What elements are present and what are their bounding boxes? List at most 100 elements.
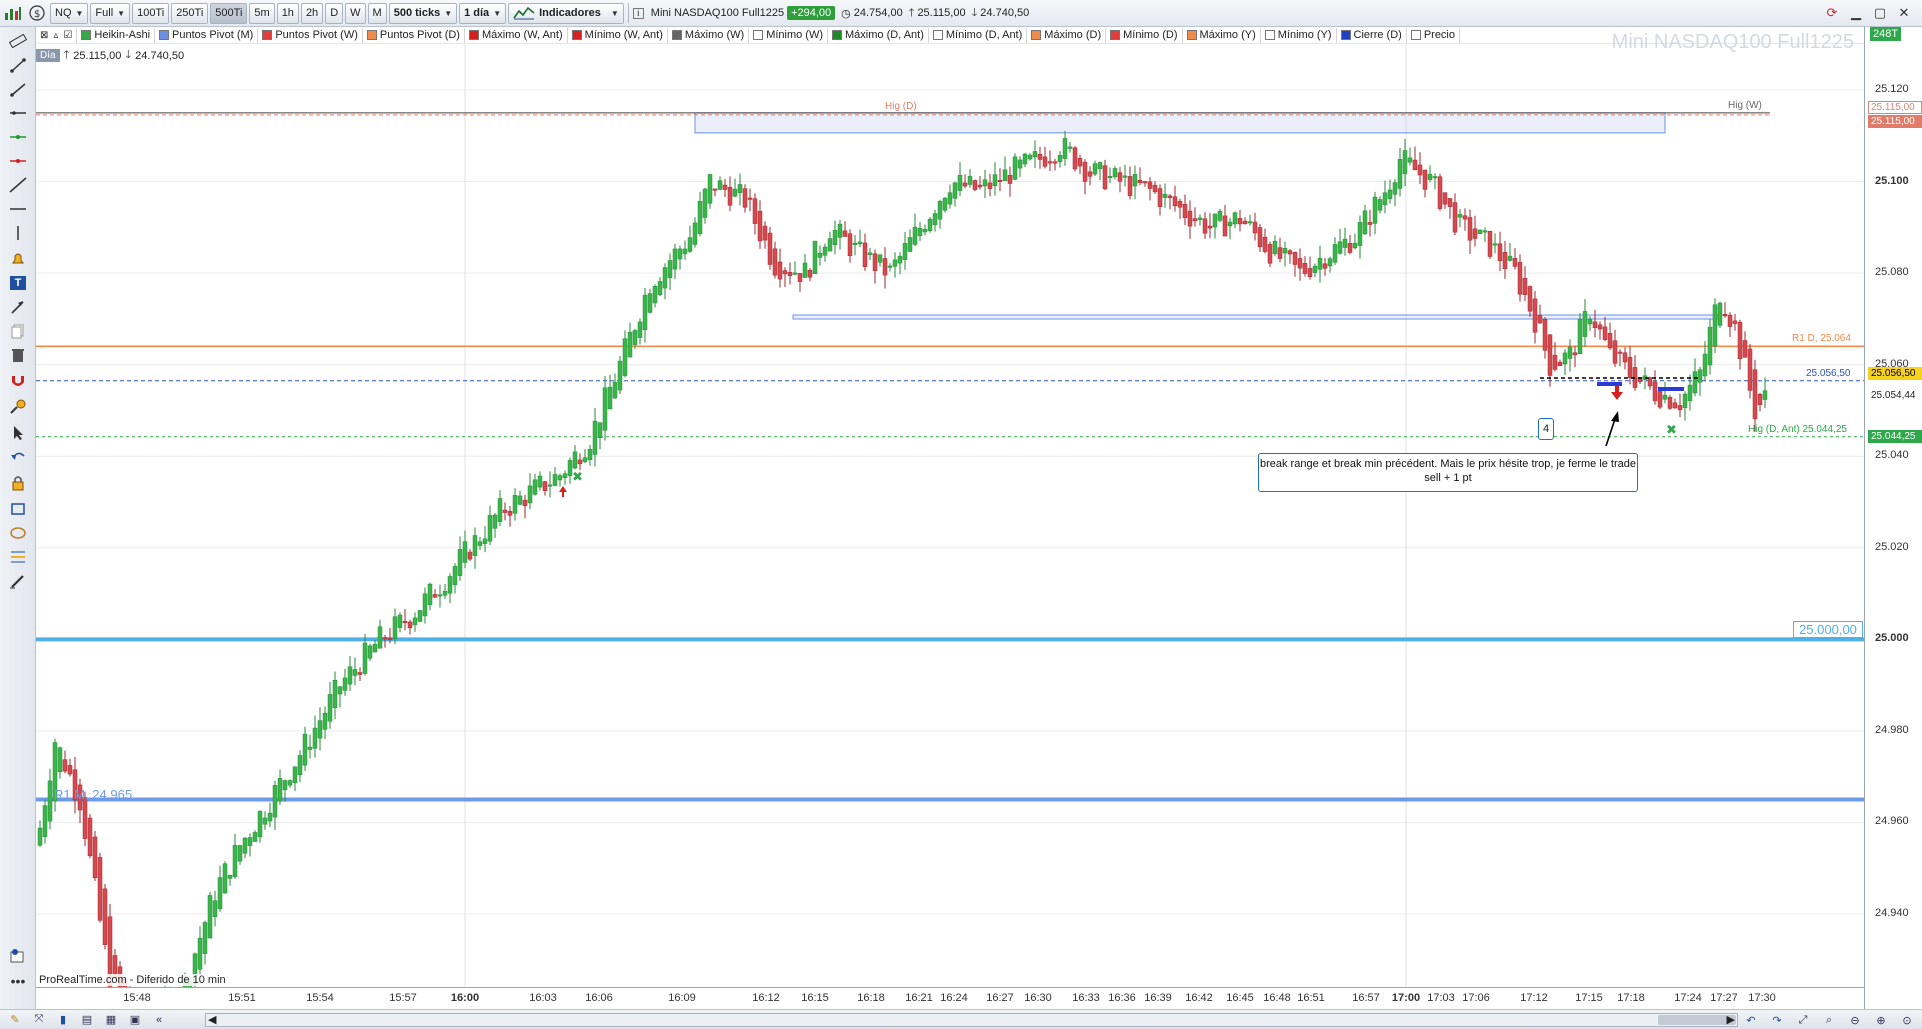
legend-item[interactable]: Máximo (W) bbox=[668, 27, 750, 43]
pencil-icon[interactable] bbox=[7, 571, 29, 591]
tick-250-button[interactable]: 250Ti bbox=[171, 2, 209, 24]
segment-tool-icon[interactable] bbox=[7, 55, 29, 75]
tf-d-button[interactable]: D bbox=[325, 2, 344, 24]
undo-tool-icon[interactable] bbox=[7, 447, 29, 467]
curve-icon[interactable] bbox=[7, 523, 29, 543]
tf-m-button[interactable]: M bbox=[367, 2, 387, 24]
legend-item[interactable]: Heikin-Ashi bbox=[77, 27, 156, 43]
red-line-icon[interactable] bbox=[7, 151, 29, 171]
candle-body bbox=[1592, 321, 1598, 328]
scroll-right-icon[interactable]: ▶ bbox=[1727, 1013, 1735, 1026]
screen-icon[interactable]: ▣ bbox=[126, 1012, 144, 1028]
tf-2h-button[interactable]: 2h bbox=[300, 2, 324, 24]
legend-item[interactable]: Puntos Pivot (D) bbox=[363, 27, 465, 43]
magnet-icon[interactable] bbox=[7, 371, 29, 391]
close-icon[interactable]: ⊠ bbox=[40, 30, 48, 41]
pen-icon[interactable]: ✎ bbox=[6, 1012, 24, 1028]
legend-item[interactable]: Mínimo (D) bbox=[1106, 27, 1183, 43]
period-select[interactable]: 1 día ▼ bbox=[459, 2, 507, 24]
horizontal-scrollbar[interactable]: ◀ ▶ bbox=[205, 1013, 1738, 1027]
layers-icon[interactable] bbox=[7, 945, 29, 965]
price-axis[interactable]: 25.120 25.100 25.080 25.060 25.040 25.020 25.0… bbox=[1864, 27, 1922, 1009]
time-axis[interactable]: 15:48 15:51 15:54 15:57 16:00 16:03 16:06 16:09… bbox=[36, 987, 1864, 1009]
annotation-marker[interactable]: 4 bbox=[1538, 418, 1554, 440]
redo-icon[interactable]: ↷ bbox=[1768, 1012, 1786, 1028]
indicators-button[interactable]: Indicadores ▼ bbox=[508, 2, 624, 24]
candle-body bbox=[1227, 221, 1233, 227]
window-icon[interactable]: ▤ bbox=[78, 1012, 96, 1028]
zoom-reset-icon[interactable]: ⊙ bbox=[1898, 1012, 1916, 1028]
legend-item[interactable]: Cierre (D) bbox=[1337, 27, 1407, 43]
info-icon[interactable]: i bbox=[632, 7, 644, 19]
panel-icon[interactable]: ▮ bbox=[54, 1012, 72, 1028]
tick-500-button[interactable]: 500Ti bbox=[210, 2, 248, 24]
tf-1h-button[interactable]: 1h bbox=[276, 2, 299, 24]
zoom-in-icon[interactable]: ⊕ bbox=[1872, 1012, 1890, 1028]
refresh-icon[interactable]: ⟳ bbox=[1822, 3, 1842, 23]
pointer-icon[interactable] bbox=[7, 423, 29, 443]
more-icon[interactable]: ••• bbox=[7, 971, 29, 991]
zoom-out-icon[interactable]: ⊖ bbox=[1846, 1012, 1864, 1028]
crosshair-icon[interactable]: ⤧ bbox=[30, 1012, 48, 1028]
close-button[interactable]: ✕ bbox=[1894, 3, 1914, 23]
candle-body bbox=[1427, 173, 1433, 180]
ruler-icon[interactable] bbox=[7, 31, 29, 51]
expand-icon[interactable]: ⤢ bbox=[1794, 1012, 1812, 1028]
legend-item[interactable]: Mínimo (W) bbox=[749, 27, 829, 43]
candle-body bbox=[1477, 229, 1483, 234]
zoom-fit-icon[interactable]: ⌕ bbox=[1820, 1012, 1838, 1028]
copy-icon[interactable] bbox=[7, 321, 29, 341]
legend-swatch bbox=[571, 30, 582, 40]
table-icon[interactable]: ▦ bbox=[102, 1012, 120, 1028]
candle-body bbox=[1282, 247, 1288, 254]
legend-item[interactable]: Máximo (W, Ant) bbox=[465, 27, 568, 43]
zoom-box-icon[interactable] bbox=[7, 499, 29, 519]
trend-line-icon[interactable] bbox=[7, 175, 29, 195]
minimize-button[interactable]: ▁ bbox=[1846, 3, 1866, 23]
ray-tool-icon[interactable] bbox=[7, 79, 29, 99]
tf-w-button[interactable]: W bbox=[345, 2, 366, 24]
scroll-thumb[interactable] bbox=[1658, 1015, 1736, 1025]
up-icon[interactable]: ▵ bbox=[53, 30, 58, 41]
legend-toggle[interactable]: ⊠ ▵ ☑ bbox=[36, 27, 78, 43]
legend-item[interactable]: Puntos Pivot (M) bbox=[155, 27, 259, 43]
green-line-icon[interactable] bbox=[7, 127, 29, 147]
legend-item[interactable]: Precio bbox=[1407, 27, 1460, 43]
symbol-select[interactable]: NQ ▼ bbox=[50, 2, 89, 24]
hline-tool-icon[interactable] bbox=[7, 199, 29, 219]
legend-item[interactable]: Mínimo (W, Ant) bbox=[568, 27, 668, 43]
fib-icon[interactable] bbox=[7, 547, 29, 567]
legend-item[interactable]: Mínimo (D, Ant) bbox=[929, 27, 1028, 43]
candle-body bbox=[522, 499, 528, 506]
candle-body bbox=[1137, 179, 1143, 184]
legend-item[interactable]: Máximo (Y) bbox=[1183, 27, 1261, 43]
vline-tool-icon[interactable] bbox=[7, 223, 29, 243]
chart-app-icon[interactable] bbox=[2, 3, 24, 24]
legend-item[interactable]: Máximo (D) bbox=[1027, 27, 1107, 43]
horizontal-line-icon[interactable] bbox=[7, 103, 29, 123]
price-chart[interactable]: ✖ ✖ bbox=[36, 44, 1864, 987]
candlestick-chart[interactable]: ✖✖ bbox=[36, 44, 1864, 987]
candle-body bbox=[1307, 268, 1313, 277]
legend-item[interactable]: Mínimo (Y) bbox=[1261, 27, 1337, 43]
checkbox-icon[interactable]: ☑ bbox=[63, 30, 72, 41]
text-tool-icon[interactable]: T bbox=[7, 273, 29, 293]
rewind-icon[interactable]: « bbox=[150, 1012, 168, 1028]
legend-item[interactable]: Máximo (D, Ant) bbox=[828, 27, 929, 43]
dollar-icon[interactable]: $ bbox=[26, 3, 48, 24]
lock-icon[interactable] bbox=[7, 473, 29, 493]
scroll-left-icon[interactable]: ◀ bbox=[208, 1013, 216, 1026]
candle-body bbox=[1497, 243, 1503, 262]
trade-annotation[interactable]: break range et break min précédent. Mais… bbox=[1258, 453, 1638, 492]
ticks-select[interactable]: 500 ticks ▼ bbox=[388, 2, 458, 24]
legend-item[interactable]: Puntos Pivot (W) bbox=[258, 27, 363, 43]
trash-icon[interactable] bbox=[7, 345, 29, 365]
settings-tool-icon[interactable] bbox=[7, 397, 29, 417]
maximize-button[interactable]: ▢ bbox=[1870, 3, 1890, 23]
tf-5m-button[interactable]: 5m bbox=[249, 2, 275, 24]
alert-bell-icon[interactable] bbox=[7, 249, 29, 269]
mode-select[interactable]: Full ▼ bbox=[90, 2, 131, 24]
tick-100-button[interactable]: 100Ti bbox=[132, 2, 170, 24]
arrow-tool-icon[interactable] bbox=[7, 297, 29, 317]
undo-icon[interactable]: ↶ bbox=[1742, 1012, 1760, 1028]
